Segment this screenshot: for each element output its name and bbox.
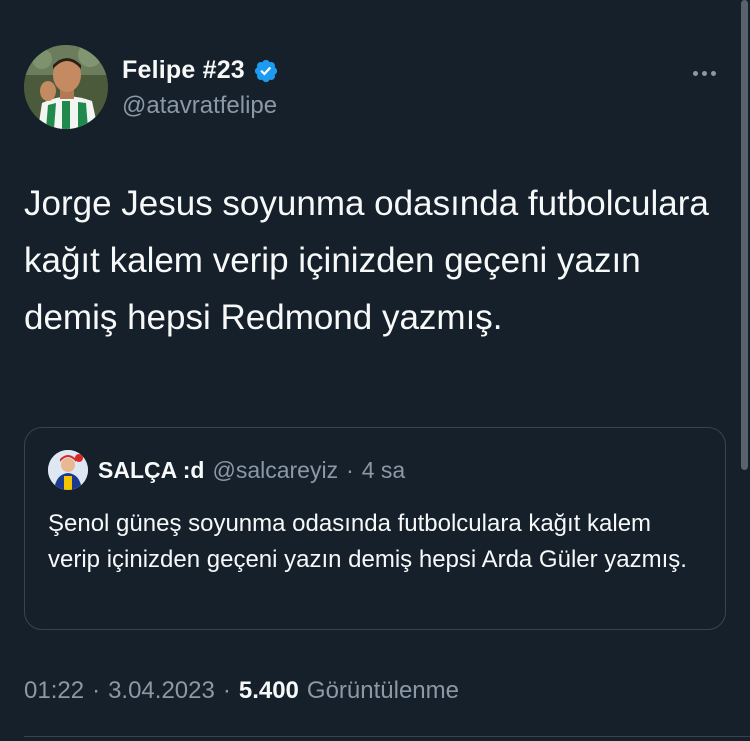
fan-avatar-icon (48, 450, 88, 490)
tweet-text: Jorge Jesus soyunma odasında futbolcular… (24, 184, 709, 337)
separator-dot: · (92, 677, 101, 704)
views-count: 5.400 (238, 677, 299, 704)
scrollbar[interactable] (741, 0, 748, 470)
quoted-handle[interactable]: @salcareyiz (212, 457, 338, 484)
tweet-time[interactable]: 01:22 (24, 677, 84, 705)
divider (24, 736, 750, 737)
quoted-display-name[interactable]: SALÇA :d (98, 457, 204, 484)
player-avatar-icon (24, 45, 108, 129)
quoted-tweet-text: Şenol güneş soyunma odasında futbolcular… (48, 510, 687, 573)
views-label: Görüntülenme (306, 677, 459, 704)
quoted-author-avatar[interactable] (48, 450, 88, 490)
verified-badge-icon (254, 59, 278, 82)
author-name-row: Felipe #23 (122, 56, 279, 85)
separator-dot: · (222, 677, 231, 704)
quoted-tweet-card[interactable]: SALÇA :d @salcareyiz · 4 sa Şenol güneş … (24, 427, 726, 630)
more-dot (701, 70, 707, 76)
more-dot (692, 70, 698, 76)
author-avatar[interactable] (24, 45, 108, 129)
tweet-meta: 01:22 · 3.04.2023 · 5.400 Görüntülenme (24, 677, 459, 705)
tweet-date[interactable]: 3.04.2023 (108, 677, 215, 705)
tweet-detail-page: Felipe #23 @atavratfelipe Jorge Jesus so… (0, 0, 750, 741)
author-handle[interactable]: @atavratfelipe (122, 92, 277, 120)
separator-dot: · (346, 457, 354, 483)
quoted-header: SALÇA :d @salcareyiz · 4 sa (98, 457, 405, 484)
quoted-timestamp[interactable]: 4 sa (362, 457, 405, 484)
more-options-icon[interactable] (684, 58, 724, 88)
more-dot (710, 70, 716, 76)
author-display-name[interactable]: Felipe #23 (122, 56, 245, 85)
